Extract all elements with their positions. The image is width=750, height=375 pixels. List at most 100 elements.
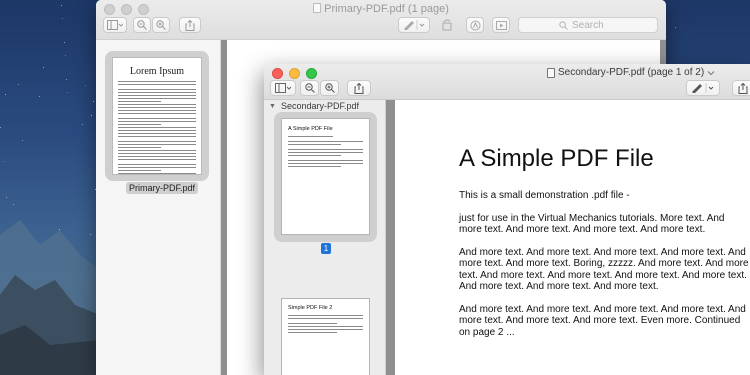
text-line	[118, 152, 196, 155]
text-line	[118, 143, 196, 146]
search-field[interactable]: Search	[518, 17, 658, 33]
star	[18, 84, 20, 86]
text-line	[288, 331, 337, 334]
thumbnail-text-lines	[288, 315, 363, 334]
star	[38, 95, 40, 97]
text-line	[288, 315, 363, 317]
thumbnail-filename-label: Primary-PDF.pdf	[126, 182, 199, 194]
zoom-in-button[interactable]	[152, 17, 170, 33]
text-line	[118, 106, 196, 109]
zoom-out-icon	[137, 20, 147, 30]
text-line	[118, 103, 196, 106]
text-line	[118, 94, 196, 97]
page-number-badge: 1	[321, 243, 331, 254]
sidebar-toggle-button[interactable]	[270, 80, 296, 96]
pdf-paragraph: And more text. And more text. And more t…	[459, 246, 749, 293]
star	[90, 115, 92, 117]
text-line	[288, 162, 363, 165]
slideshow-button[interactable]	[492, 17, 510, 33]
star	[64, 54, 66, 56]
minimize-button[interactable]	[289, 68, 300, 79]
text-line	[118, 140, 196, 143]
thumbnail-title: Lorem Ipsum	[129, 66, 185, 77]
text-line	[118, 88, 196, 91]
markup-icon	[470, 20, 480, 30]
thumbnail-title: Simple PDF File 2	[288, 305, 333, 311]
markup-toolbar-button[interactable]	[466, 17, 484, 33]
text-line	[288, 325, 363, 328]
secondary-titlebar: Secondary-PDF.pdf (page 1 of 2)	[264, 64, 750, 100]
share-icon	[738, 82, 748, 94]
thumbnail-text-lines	[118, 81, 196, 174]
zoom-in-button[interactable]	[320, 80, 339, 96]
page-2-thumbnail[interactable]: Simple PDF File 2	[281, 298, 370, 375]
zoom-in-icon	[156, 20, 166, 30]
star	[81, 124, 83, 126]
star	[0, 126, 2, 128]
share-button[interactable]	[347, 80, 371, 96]
secondary-document-area: A Simple PDF File This is a small demons…	[386, 100, 750, 375]
secondary-window-title: Secondary-PDF.pdf (page 1 of 2)	[547, 67, 715, 78]
text-line	[118, 129, 196, 132]
star	[5, 93, 7, 95]
pen-icon	[404, 20, 425, 30]
share-button[interactable]	[179, 17, 201, 33]
disclosure-triangle-icon[interactable]: ▼	[269, 103, 276, 110]
share-icon	[354, 82, 364, 94]
document-icon	[547, 67, 555, 78]
primary-thumbnail-sidebar: Lorem Ipsum Primary-PDF.pdf	[96, 40, 221, 375]
zoom-button[interactable]	[306, 68, 317, 79]
primary-page-thumbnail[interactable]: Lorem Ipsum	[105, 51, 209, 181]
text-line	[288, 328, 363, 331]
sidebar-document-header[interactable]: ▼ Secondary-PDF.pdf	[269, 101, 359, 111]
secondary-preview-window: Secondary-PDF.pdf (page 1 of 2) ▼ Second…	[264, 64, 750, 375]
text-line	[288, 322, 337, 325]
rotate-icon	[442, 19, 452, 31]
text-line	[288, 165, 341, 168]
text-line	[118, 126, 196, 129]
thumbnail-text-lines	[288, 136, 363, 168]
primary-title-text: Primary-PDF.pdf (1 page)	[324, 3, 449, 15]
secondary-window-controls	[272, 68, 317, 79]
markup-button[interactable]	[686, 80, 720, 96]
zoom-out-button[interactable]	[133, 17, 151, 33]
star	[2, 161, 4, 163]
text-line	[118, 132, 196, 135]
sidebar-toggle-button[interactable]	[103, 17, 127, 33]
text-line	[118, 100, 161, 103]
share-button-right[interactable]	[732, 80, 750, 96]
text-line	[288, 148, 363, 151]
text-line	[118, 117, 196, 120]
pdf-paragraph: And more text. And more text. And more t…	[459, 303, 746, 338]
star	[92, 101, 94, 103]
share-icon	[185, 19, 195, 31]
close-button[interactable]	[272, 68, 283, 79]
text-line	[288, 159, 363, 162]
text-line	[118, 155, 196, 158]
page-1-thumbnail[interactable]: A Simple PDF File	[274, 112, 377, 242]
text-line	[118, 163, 196, 165]
star	[21, 139, 23, 141]
secondary-thumbnail-sidebar: ▼ Secondary-PDF.pdf A Simple PDF File 1 …	[264, 100, 386, 375]
text-line	[118, 120, 196, 123]
pdf-paragraph: just for use in the Virtual Mechanics tu…	[459, 212, 725, 236]
text-line	[118, 109, 196, 112]
text-line	[118, 83, 196, 86]
text-line	[118, 149, 196, 152]
document-icon	[313, 3, 322, 13]
rotate-button[interactable]	[439, 17, 455, 33]
text-line	[118, 97, 196, 100]
text-line	[288, 136, 333, 138]
zoom-out-icon	[304, 83, 315, 93]
text-line	[118, 158, 196, 161]
text-line	[118, 135, 196, 138]
text-line	[288, 151, 363, 154]
text-line	[118, 166, 196, 168]
text-line	[288, 140, 363, 143]
markup-button[interactable]	[398, 17, 430, 33]
zoom-out-button[interactable]	[300, 80, 319, 96]
chevron-down-icon[interactable]	[707, 70, 715, 76]
star	[84, 85, 86, 87]
secondary-document-page: A Simple PDF File This is a small demons…	[395, 100, 750, 375]
desktop-mountains	[0, 220, 100, 375]
